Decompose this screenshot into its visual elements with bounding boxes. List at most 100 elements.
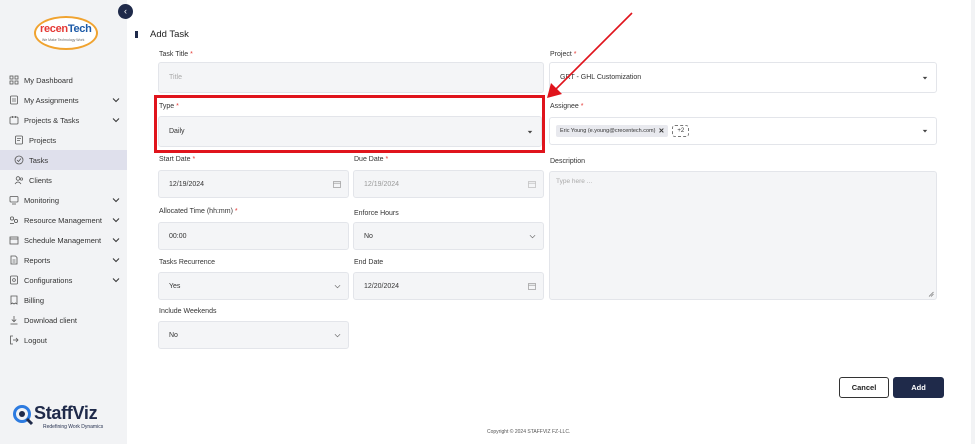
sidebar-item-projects[interactable]: Projects (0, 130, 127, 150)
include-weekends-select[interactable]: No (158, 321, 349, 349)
end-date-label: End Date (354, 259, 384, 266)
projects-tasks-icon (9, 115, 19, 125)
sidebar-item-label: Download client (24, 315, 77, 325)
allocated-time-label: Allocated Time (hh:mm) * (159, 208, 238, 215)
calendar-icon (528, 282, 536, 290)
sidebar-item-label: Configurations (24, 275, 73, 285)
sidebar-item-my-dashboard[interactable]: My Dashboard (0, 70, 127, 90)
tasks-icon (14, 155, 24, 165)
clients-icon (14, 175, 24, 185)
sidebar-item-label: Schedule Management (24, 235, 102, 245)
sidebar-item-clients[interactable]: Clients (0, 170, 127, 190)
download-icon (9, 315, 19, 325)
start-date-label: Start Date * (159, 156, 196, 163)
reports-icon (9, 255, 19, 265)
enforce-hours-label: Enforce Hours (354, 210, 399, 217)
schedule-icon (9, 235, 19, 245)
chevron-down-icon (112, 278, 120, 283)
project-label: Project * (550, 51, 577, 58)
sidebar-item-billing[interactable]: Billing (0, 290, 127, 310)
assignee-chip-label: Eric Young (e.young@crecentech.com) (560, 128, 656, 134)
sidebar-item-monitoring[interactable]: Monitoring (0, 190, 127, 210)
chevron-down-icon (112, 98, 120, 103)
logout-icon (9, 335, 19, 345)
sidebar-item-download-client[interactable]: Download client (0, 310, 127, 330)
main-content: Add Task Task Title * Title Project * GR… (127, 0, 975, 444)
copyright-footer: Copyright © 2024 STAFFVIZ FZ-LLC. (487, 429, 571, 435)
sidebar-item-schedule-management[interactable]: Schedule Management (0, 230, 127, 250)
start-date-input[interactable]: 12/19/2024 (158, 170, 349, 198)
page-title: Add Task (150, 29, 189, 40)
sidebar-item-label: Clients (29, 175, 52, 185)
include-weekends-label: Include Weekends (159, 308, 217, 315)
sidebar-item-label: Billing (24, 295, 45, 305)
enforce-hours-select[interactable]: No (353, 222, 544, 250)
scrollbar-track[interactable] (971, 0, 975, 444)
include-weekends-value: No (169, 331, 178, 339)
brand-tagline: Redefining Work Dynamics (43, 424, 104, 430)
sidebar: recenTech We Make Technology Work My Das… (0, 0, 127, 444)
assignee-chip: Eric Young (e.young@crecentech.com) ✕ (556, 125, 669, 137)
assignee-select[interactable]: Eric Young (e.young@crecentech.com) ✕ +2 (549, 117, 937, 145)
logo-tagline: We Make Technology Work (42, 38, 85, 42)
staffviz-logo-icon (13, 405, 34, 426)
logo-text-part2: Tech (67, 23, 92, 35)
monitoring-icon (9, 195, 19, 205)
description-label: Description (550, 158, 586, 165)
sidebar-item-label: Reports (24, 255, 51, 265)
chevron-down-icon (333, 331, 341, 339)
sidebar-item-configurations[interactable]: Configurations (0, 270, 127, 290)
brand-name: StaffViz (34, 403, 98, 423)
remove-chip-icon[interactable]: ✕ (658, 127, 664, 135)
due-date-label: Due Date * (354, 156, 389, 163)
chevron-down-icon (112, 198, 120, 203)
description-placeholder: Type here ... (556, 178, 593, 185)
chevron-left-icon: ‹ (124, 6, 127, 16)
assignee-label: Assignee * (550, 103, 584, 110)
description-textarea[interactable]: Type here ... (549, 171, 937, 300)
chevron-down-icon (112, 238, 120, 243)
resize-handle-icon[interactable] (928, 291, 934, 297)
sidebar-item-tasks[interactable]: Tasks (0, 150, 127, 170)
end-date-input[interactable]: 12/20/2024 (353, 272, 544, 300)
logo-text-part1: recen (40, 23, 68, 35)
end-date-value: 12/20/2024 (364, 282, 400, 290)
assignments-icon (9, 95, 19, 105)
due-date-value: 12/19/2024 (364, 180, 400, 188)
more-assignees-badge[interactable]: +2 (672, 125, 690, 137)
allocated-time-input[interactable]: 00:00 (158, 222, 349, 250)
sidebar-item-reports[interactable]: Reports (0, 250, 127, 270)
project-value: GRT - GHL Customization (560, 74, 642, 81)
chevron-down-icon (112, 118, 120, 123)
task-title-input[interactable]: Title (158, 62, 544, 93)
project-select[interactable]: GRT - GHL Customization (549, 62, 937, 93)
sidebar-item-logout[interactable]: Logout (0, 330, 127, 350)
app-window: recenTech We Make Technology Work My Das… (0, 0, 975, 444)
sidebar-item-label: Resource Management (24, 215, 102, 225)
sidebar-collapse-button[interactable]: ‹ (118, 4, 133, 19)
sidebar-item-label: My Assignments (24, 95, 79, 105)
cancel-button[interactable]: Cancel (839, 377, 889, 398)
start-date-value: 12/19/2024 (169, 180, 205, 188)
staffviz-brand: StaffViz Redefining Work Dynamics (12, 403, 122, 433)
sidebar-item-label: Projects & Tasks (24, 115, 80, 125)
chevron-down-icon (112, 258, 120, 263)
add-button[interactable]: Add (893, 377, 944, 398)
tasks-recurrence-label: Tasks Recurrence (159, 259, 216, 266)
sidebar-item-projects-tasks[interactable]: Projects & Tasks (0, 110, 127, 130)
type-highlight-box (154, 95, 545, 153)
caret-down-icon (921, 74, 929, 82)
chevron-down-icon (112, 218, 120, 223)
calendar-icon (528, 180, 536, 188)
sidebar-nav: My Dashboard My Assignments Projects & T… (0, 70, 127, 350)
sidebar-item-label: Monitoring (24, 195, 60, 205)
dashboard-icon (9, 75, 19, 85)
sidebar-item-my-assignments[interactable]: My Assignments (0, 90, 127, 110)
caret-down-icon (921, 127, 929, 135)
tasks-recurrence-value: Yes (169, 282, 181, 290)
sidebar-item-resource-management[interactable]: Resource Management (0, 210, 127, 230)
title-accent-bar (135, 31, 138, 38)
tasks-recurrence-select[interactable]: Yes (158, 272, 349, 300)
task-title-placeholder: Title (169, 74, 182, 81)
due-date-input[interactable]: 12/19/2024 (353, 170, 544, 198)
